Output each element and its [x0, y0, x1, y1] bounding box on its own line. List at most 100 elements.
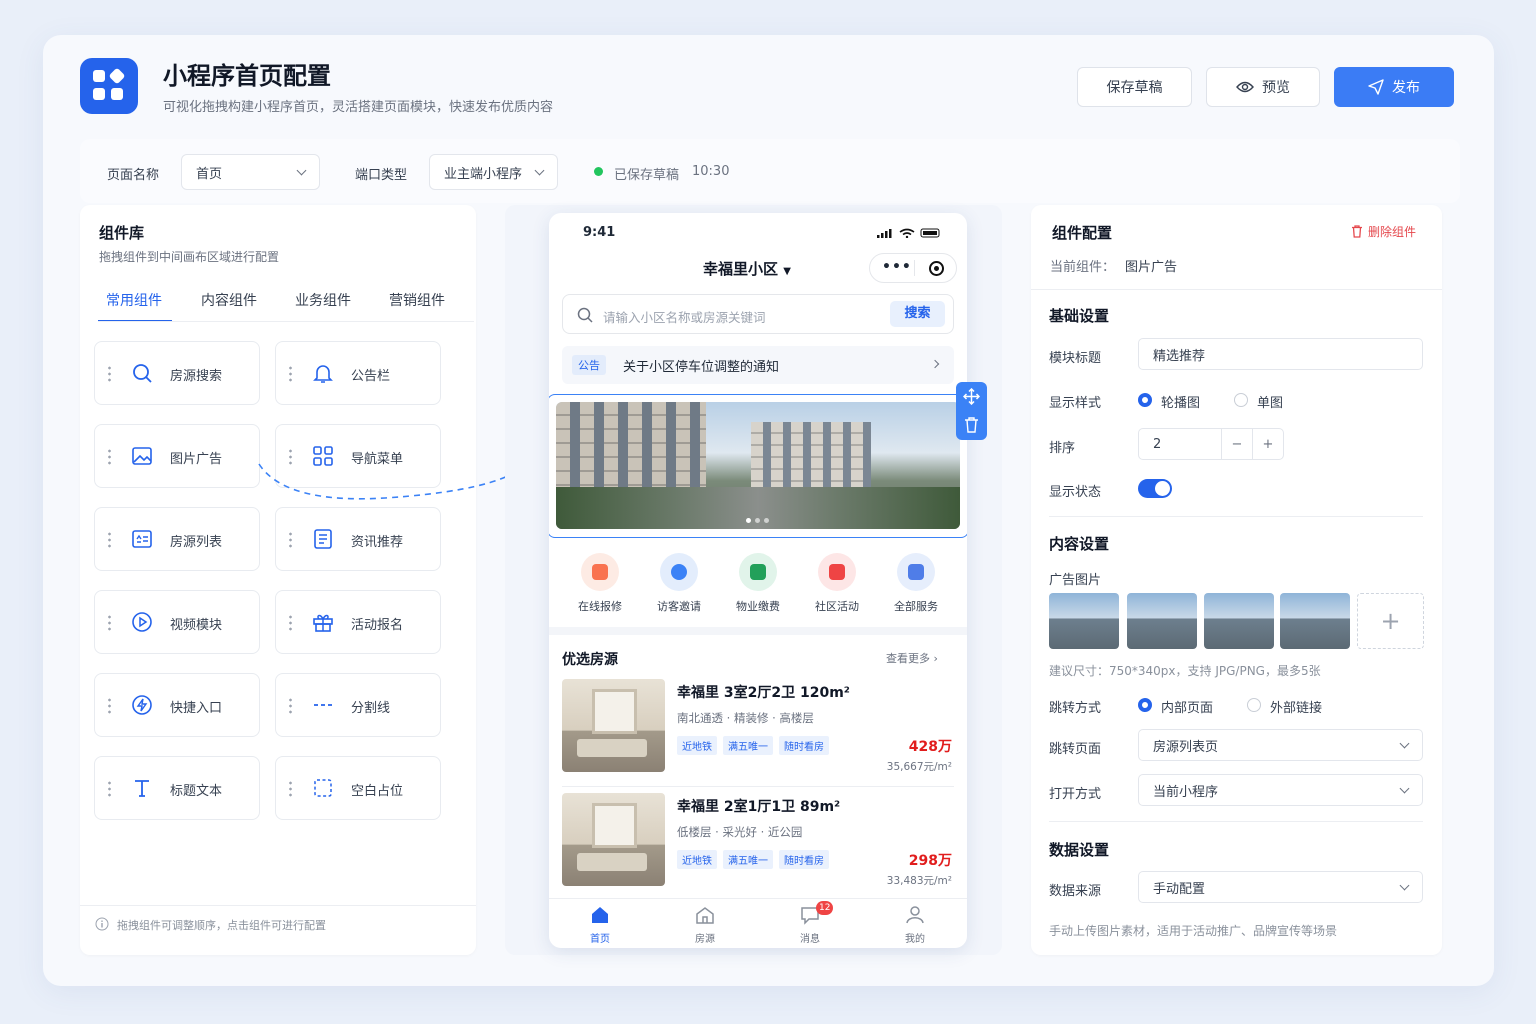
listing-tags: 近地铁 满五唯一 随时看房: [677, 849, 835, 869]
quick-service-label: 在线报修: [578, 600, 622, 613]
divider: [1049, 516, 1423, 517]
drag-handle-icon[interactable]: [108, 365, 111, 383]
drag-handle-icon[interactable]: [289, 365, 292, 383]
chevron-down-icon: [296, 165, 307, 175]
community-name: 幸福里小区: [703, 260, 779, 278]
component-item[interactable]: 资讯推荐: [275, 507, 441, 571]
more-dots-icon[interactable]: •••: [882, 259, 912, 275]
component-item[interactable]: 分割线: [275, 673, 441, 737]
quick-service-label: 访客邀请: [657, 600, 701, 613]
event-icon[interactable]: [818, 553, 856, 591]
drag-handle-icon[interactable]: [289, 780, 292, 798]
minus-button[interactable]: −: [1221, 429, 1252, 459]
display-status-toggle[interactable]: [1138, 479, 1172, 498]
module-title-label: 模块标题: [1049, 351, 1102, 366]
save-draft-button[interactable]: 保存草稿: [1077, 67, 1192, 107]
repair-icon[interactable]: [581, 553, 619, 591]
page-name-label: 页面名称: [107, 168, 160, 183]
info-icon: [95, 917, 109, 931]
phone-search-bar[interactable]: 请输入小区名称或房源关键词 搜索: [562, 294, 954, 334]
visitor-icon[interactable]: [660, 553, 698, 591]
chevron-down-icon: [1399, 880, 1410, 890]
ad-image-thumb-4[interactable]: [1280, 593, 1350, 649]
component-item[interactable]: 空白占位: [275, 756, 441, 820]
tabbar-divider: [549, 898, 967, 899]
payment-icon[interactable]: [739, 553, 777, 591]
jump-internal-radio[interactable]: [1138, 698, 1152, 712]
order-stepper[interactable]: 2 − +: [1138, 428, 1284, 460]
component-label: 公告栏: [351, 369, 391, 384]
component-item[interactable]: 图片广告: [94, 424, 260, 488]
tab-business[interactable]: 业务组件: [295, 290, 351, 310]
ad-image-thumb-1[interactable]: [1049, 593, 1119, 649]
drag-handle-icon[interactable]: [108, 697, 111, 715]
component-item[interactable]: 活动报名: [275, 590, 441, 654]
page-subtitle: 可视化拖拽构建小程序首页，灵活搭建页面模块，快速发布优质内容: [163, 100, 554, 115]
jump-external-radio[interactable]: [1247, 698, 1261, 712]
component-label: 资讯推荐: [351, 535, 404, 550]
listing-card[interactable]: 幸福里 2室1厅1卫 89m² 低楼层 · 采光好 · 近公园 近地铁 满五唯一随…: [549, 793, 967, 893]
display-status-label: 显示状态: [1049, 485, 1102, 500]
component-label: 分割线: [351, 701, 391, 716]
style-single-radio[interactable]: [1234, 393, 1248, 407]
section-gap: [549, 627, 967, 635]
close-mini-program-icon[interactable]: [929, 261, 944, 276]
jump-page-select[interactable]: 房源列表页: [1138, 729, 1423, 761]
publish-button[interactable]: 发布: [1334, 67, 1454, 107]
quick-service-label: 物业缴费: [736, 600, 780, 613]
chevron-down-icon: [1399, 738, 1410, 748]
phone-search-button[interactable]: 搜索: [890, 301, 945, 327]
content-settings-heading: 内容设置: [1049, 535, 1110, 553]
view-more-link[interactable]: 查看更多 ›: [886, 650, 938, 666]
component-item[interactable]: 标题文本: [94, 756, 260, 820]
services-icon[interactable]: [897, 553, 935, 591]
lightning-icon: [132, 695, 152, 715]
drag-handle-icon[interactable]: [289, 614, 292, 632]
add-image-button[interactable]: +: [1357, 593, 1424, 649]
ad-image-thumb-3[interactable]: [1204, 593, 1274, 649]
capsule-menu[interactable]: •••: [869, 253, 957, 283]
notice-bar[interactable]: 公告 关于小区停车位调整的通知: [562, 346, 954, 384]
ad-images-label: 广告图片: [1049, 573, 1102, 588]
house-icon[interactable]: [695, 905, 715, 925]
drag-handle-icon[interactable]: [289, 697, 292, 715]
component-item[interactable]: 房源列表: [94, 507, 260, 571]
component-item[interactable]: 视频模块: [94, 590, 260, 654]
delete-component-button[interactable]: 删除组件: [1351, 223, 1416, 240]
port-type-select[interactable]: 业主端小程序: [429, 154, 558, 190]
phone-preview: 9:41 幸福里小区 ▼ ••• 请输入小区名称或房源关键词 搜索 公告 关于小…: [549, 213, 967, 948]
port-type-value: 业主端小程序: [444, 166, 523, 182]
community-selector[interactable]: 幸福里小区 ▼: [703, 258, 791, 279]
drag-handle-icon[interactable]: [108, 614, 111, 632]
listing-card[interactable]: 幸福里 3室2厅2卫 120m² 南北通透 · 精装修 · 高楼层 近地铁 满五唯…: [549, 679, 967, 787]
trash-icon[interactable]: [964, 417, 979, 433]
chevron-down-icon: [1399, 783, 1410, 793]
listing-price: 428万: [908, 739, 952, 755]
drag-handle-icon[interactable]: [108, 448, 111, 466]
drag-handle-icon[interactable]: [289, 531, 292, 549]
component-item[interactable]: 房源搜索: [94, 341, 260, 405]
data-source-select[interactable]: 手动配置: [1138, 871, 1423, 903]
page-name-select[interactable]: 首页: [181, 154, 320, 190]
tab-content[interactable]: 内容组件: [201, 290, 257, 310]
phone-search-placeholder: 请输入小区名称或房源关键词: [603, 310, 766, 325]
home-icon[interactable]: [590, 905, 610, 925]
move-icon[interactable]: [963, 388, 980, 405]
module-title-input[interactable]: 精选推荐: [1138, 338, 1423, 370]
component-item[interactable]: 公告栏: [275, 341, 441, 405]
style-carousel-radio[interactable]: [1138, 393, 1152, 407]
component-label: 快捷入口: [170, 701, 223, 716]
plus-button[interactable]: +: [1252, 429, 1283, 459]
tab-marketing[interactable]: 营销组件: [389, 290, 445, 310]
open-mode-select[interactable]: 当前小程序: [1138, 774, 1423, 806]
tab-common[interactable]: 常用组件: [106, 290, 162, 310]
block-actions: [956, 382, 987, 440]
ad-image-thumb-2[interactable]: [1127, 593, 1197, 649]
component-item[interactable]: 快捷入口: [94, 673, 260, 737]
drag-handle-icon[interactable]: [108, 531, 111, 549]
basic-settings-heading: 基础设置: [1049, 307, 1110, 325]
preview-button[interactable]: 预览: [1206, 67, 1320, 107]
listing-tag: 近地铁: [677, 736, 717, 755]
drag-handle-icon[interactable]: [108, 780, 111, 798]
user-icon[interactable]: [905, 905, 925, 925]
